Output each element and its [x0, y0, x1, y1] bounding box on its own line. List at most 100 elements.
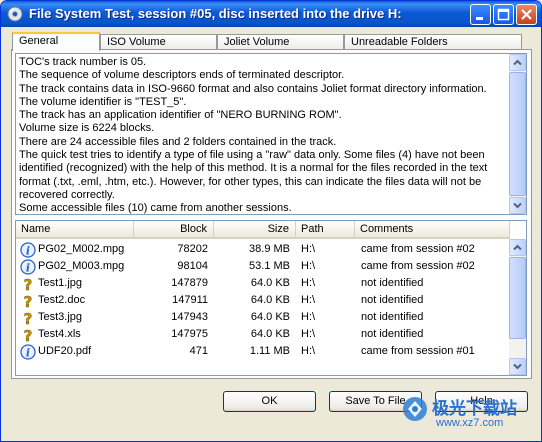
- info-line: The track has an application identifier …: [19, 109, 342, 122]
- disc-icon: [7, 6, 23, 22]
- file-path: H:\: [301, 311, 316, 323]
- column-header-comments[interactable]: Comments: [355, 221, 510, 237]
- info-line: Some accessible files (10) came from ano…: [19, 202, 292, 215]
- chevron-up-icon: [513, 244, 522, 251]
- file-block: 78202: [177, 243, 208, 255]
- tab-general[interactable]: General: [12, 32, 100, 51]
- watermark-url: www.xz7.com: [436, 417, 504, 429]
- maximize-button[interactable]: [493, 4, 514, 25]
- question-icon: ?: [23, 327, 33, 343]
- file-block: 98104: [177, 260, 208, 272]
- svg-text:?: ?: [24, 310, 33, 326]
- scroll-thumb[interactable]: [509, 72, 526, 196]
- info-line: Volume size is 6224 blocks.: [19, 122, 155, 135]
- file-list-scrollbar[interactable]: [509, 239, 526, 375]
- column-header-block[interactable]: Block: [134, 221, 214, 237]
- question-icon: ?: [23, 276, 33, 292]
- file-size: 64.0 KB: [250, 328, 290, 340]
- scroll-down-button[interactable]: [509, 358, 526, 375]
- file-name: Test4.xls: [38, 328, 81, 340]
- file-block: 147879: [171, 277, 208, 289]
- file-comment: came from session #02: [361, 243, 475, 255]
- table-row[interactable]: i PG02_M002.mpg 78202 38.9 MB H:\ came from s…: [16, 242, 510, 259]
- svg-text:i: i: [26, 347, 30, 360]
- table-row[interactable]: i UDF20.pdf 471 1.11 MB H:\ came from session…: [16, 344, 510, 361]
- tab-unreadable-folders[interactable]: Unreadable Folders: [344, 34, 522, 50]
- question-icon: ?: [23, 293, 33, 309]
- file-size: 64.0 KB: [250, 294, 290, 306]
- window-title: File System Test, session #05, disc inse…: [29, 6, 402, 21]
- info-line: format (.txt, .eml, .htm, etc.). However…: [19, 175, 482, 188]
- scroll-up-button[interactable]: [509, 239, 526, 256]
- file-size: 38.9 MB: [249, 243, 290, 255]
- minimize-button[interactable]: [470, 4, 491, 25]
- file-name: UDF20.pdf: [38, 345, 92, 357]
- table-row[interactable]: ? Test3.jpg 147943 64.0 KB H:\ not identified: [16, 310, 510, 327]
- file-name: Test3.jpg: [38, 311, 83, 323]
- info-line: recovered correctly.: [19, 188, 115, 201]
- file-size: 64.0 KB: [250, 277, 290, 289]
- table-row[interactable]: ? Test2.doc 147911 64.0 KB H:\ not identified: [16, 293, 510, 310]
- file-block: 147975: [171, 328, 208, 340]
- dialog-window: File System Test, session #05, disc inse…: [0, 0, 542, 442]
- column-header-size[interactable]: Size: [214, 221, 296, 237]
- file-comment: not identified: [361, 277, 424, 289]
- minimize-icon: [476, 17, 483, 20]
- file-block: 147911: [172, 294, 208, 306]
- question-icon: ?: [23, 310, 33, 326]
- ok-button[interactable]: OK: [223, 391, 316, 412]
- info-line: The track contains data in ISO-9660 form…: [19, 82, 487, 95]
- file-comment: came from session #01: [361, 345, 475, 357]
- scroll-up-button[interactable]: [509, 54, 526, 71]
- file-comment: not identified: [361, 294, 424, 306]
- title-bar[interactable]: File System Test, session #05, disc inse…: [1, 1, 541, 27]
- info-line: The sequence of volume descriptors ends …: [19, 69, 345, 82]
- watermark-title: 极光下载站: [432, 399, 517, 419]
- info-icon: i: [20, 242, 36, 258]
- info-line: identified (recognized) with the help of…: [19, 162, 488, 175]
- file-block: 471: [189, 345, 208, 357]
- file-list[interactable]: Name Block Size Path Comments i PG02_M002…: [15, 220, 527, 376]
- file-name: PG02_M003.mpg: [38, 260, 125, 272]
- svg-text:i: i: [26, 262, 30, 275]
- file-name: Test2.doc: [38, 294, 86, 306]
- info-icon: i: [20, 259, 36, 275]
- info-text-area[interactable]: TOC's track number is 05. The sequence o…: [15, 53, 527, 215]
- svg-text:?: ?: [24, 327, 33, 343]
- table-row[interactable]: ? Test4.xls 147975 64.0 KB H:\ not identified: [16, 327, 510, 344]
- scroll-thumb[interactable]: [509, 257, 526, 339]
- file-path: H:\: [301, 260, 316, 272]
- column-header-path[interactable]: Path: [296, 221, 355, 237]
- info-line: There are 24 accessible files and 2 fold…: [19, 135, 337, 148]
- watermark-logo-icon: [403, 397, 427, 421]
- svg-text:?: ?: [24, 293, 33, 309]
- chevron-up-icon: [513, 59, 522, 66]
- info-text: TOC's track number is 05. The sequence o…: [19, 56, 511, 215]
- file-list-header: Name Block Size Path Comments: [16, 221, 510, 239]
- svg-text:?: ?: [24, 276, 33, 292]
- table-row[interactable]: ? Test1.jpg 147879 64.0 KB H:\ not identified: [16, 276, 510, 293]
- tab-panel-general: TOC's track number is 05. The sequence o…: [11, 49, 532, 379]
- maximize-icon: [497, 8, 510, 21]
- info-scrollbar[interactable]: [509, 54, 526, 214]
- file-comment: not identified: [361, 311, 424, 323]
- column-header-name[interactable]: Name: [16, 221, 134, 237]
- file-size: 53.1 MB: [249, 260, 290, 272]
- file-comment: came from session #02: [361, 260, 475, 272]
- chevron-down-icon: [513, 202, 522, 209]
- close-button[interactable]: [516, 4, 537, 25]
- file-path: H:\: [301, 294, 316, 306]
- info-icon: i: [20, 344, 36, 360]
- tab-joliet-volume[interactable]: Joliet Volume: [217, 34, 344, 50]
- scroll-down-button[interactable]: [509, 197, 526, 214]
- tab-iso-volume[interactable]: ISO Volume: [100, 34, 217, 50]
- file-name: PG02_M002.mpg: [38, 243, 125, 255]
- close-icon: [521, 9, 532, 20]
- table-row[interactable]: i PG02_M003.mpg 98104 53.1 MB H:\ came from s…: [16, 259, 510, 276]
- chevron-down-icon: [513, 363, 522, 370]
- info-line: TOC's track number is 05.: [19, 56, 147, 68]
- file-path: H:\: [301, 243, 316, 255]
- svg-text:i: i: [26, 245, 30, 258]
- file-name: Test1.jpg: [38, 277, 83, 289]
- file-path: H:\: [301, 328, 316, 340]
